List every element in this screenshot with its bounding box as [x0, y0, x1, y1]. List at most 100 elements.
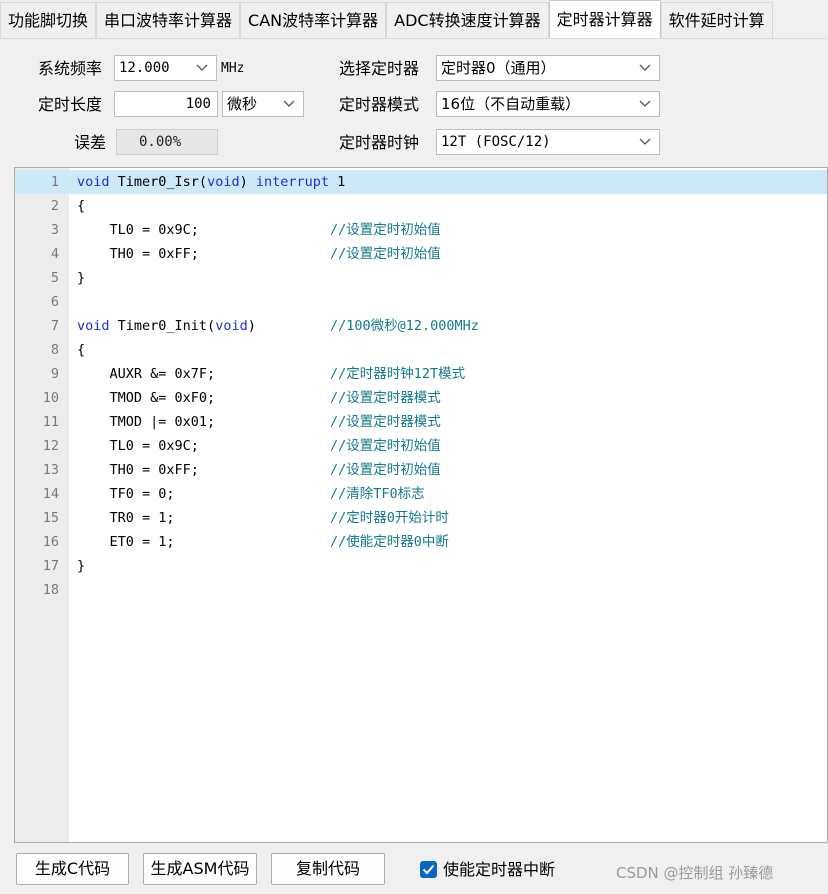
sysfreq-label: 系统频率: [38, 59, 103, 78]
chevron-down-icon: [281, 92, 297, 116]
line-number: 14: [42, 486, 59, 502]
timer-mode-value: 16位（不自动重载）: [441, 95, 581, 113]
code-line[interactable]: 12 TL0 = 0x9C; //设置定时初始值: [15, 434, 827, 458]
tab-uart-baud[interactable]: 串口波特率计算器: [96, 2, 241, 38]
tab-adc-speed[interactable]: ADC转换速度计算器: [386, 2, 549, 38]
sysfreq-value: 12.000: [119, 60, 170, 76]
line-number: 2: [50, 198, 59, 214]
code-comment: //设置定时初始值: [330, 246, 441, 262]
code-text: void Timer0_Init(void): [77, 318, 256, 334]
code-line[interactable]: 8{: [15, 338, 827, 362]
code-line[interactable]: 18: [15, 578, 827, 602]
watermark: CSDN @控制组 孙臻德: [616, 864, 774, 882]
line-number: 7: [50, 318, 59, 334]
checkmark-icon: [422, 864, 435, 875]
timer-select-label: 选择定时器: [339, 59, 420, 78]
line-number: 18: [42, 582, 59, 598]
timeunit-combo[interactable]: 微秒: [222, 91, 304, 117]
code-line[interactable]: 4 TH0 = 0xFF; //设置定时初始值: [15, 242, 827, 266]
line-number: 15: [42, 510, 59, 526]
generate-c-code-button[interactable]: 生成C代码: [16, 853, 129, 885]
code-comment: //设置定时器模式: [330, 414, 441, 430]
line-number: 11: [42, 414, 59, 430]
code-text: {: [77, 342, 86, 358]
code-line[interactable]: 11 TMOD |= 0x01; //设置定时器模式: [15, 410, 827, 434]
chevron-down-icon: [637, 92, 653, 116]
code-comment: //设置定时器模式: [330, 390, 441, 406]
code-text: TL0 = 0x9C;: [77, 222, 199, 238]
sysfreq-combo[interactable]: 12.000: [114, 55, 217, 81]
line-number: 8: [50, 342, 59, 358]
timeunit-value: 微秒: [227, 95, 258, 113]
line-number: 3: [50, 222, 59, 238]
timer-select-value: 定时器0（通用）: [441, 59, 556, 77]
code-comment: //定时器时钟12T模式: [330, 366, 466, 382]
line-number: 13: [42, 462, 59, 478]
timer-clock-value: 12T (FOSC/12): [441, 134, 551, 150]
tab-bar: 功能脚切换 串口波特率计算器 CAN波特率计算器 ADC转换速度计算器 定时器计…: [0, 0, 828, 39]
code-text: TH0 = 0xFF;: [77, 462, 199, 478]
code-text: {: [77, 198, 86, 214]
line-number: 4: [50, 246, 59, 262]
code-comment: //清除TF0标志: [330, 486, 425, 502]
code-line[interactable]: 1 void Timer0_Isr(void) interrupt 1: [15, 170, 827, 194]
timelen-label: 定时长度: [38, 95, 103, 114]
code-line[interactable]: 3 TL0 = 0x9C; //设置定时初始值: [15, 218, 827, 242]
code-line[interactable]: 13 TH0 = 0xFF; //设置定时初始值: [15, 458, 827, 482]
code-line[interactable]: 15 TR0 = 1; //定时器0开始计时: [15, 506, 827, 530]
code-line[interactable]: 7 void Timer0_Init(void) //100微秒@12.000MHz: [15, 314, 827, 338]
tab-software-delay[interactable]: 软件延时计算: [660, 2, 773, 38]
line-number: 10: [42, 390, 59, 406]
timelen-input[interactable]: 100: [114, 91, 218, 117]
code-line[interactable]: 5}: [15, 266, 827, 290]
copy-code-button[interactable]: 复制代码: [271, 853, 385, 885]
code-text: TL0 = 0x9C;: [77, 438, 199, 454]
code-text: TF0 = 0;: [77, 486, 175, 502]
tab-pin-switch[interactable]: 功能脚切换: [0, 2, 97, 38]
timer-clock-combo[interactable]: 12T (FOSC/12): [436, 129, 660, 155]
code-line[interactable]: 10 TMOD &= 0xF0; //设置定时器模式: [15, 386, 827, 410]
timer-mode-combo[interactable]: 16位（不自动重载）: [436, 91, 660, 117]
timer-select-combo[interactable]: 定时器0（通用）: [436, 55, 660, 81]
line-number: 5: [50, 270, 59, 286]
code-comment: //100微秒@12.000MHz: [330, 318, 479, 334]
line-number: 17: [42, 558, 59, 574]
chevron-down-icon: [637, 56, 653, 80]
code-text: AUXR &= 0x7F;: [77, 366, 216, 382]
code-text: }: [77, 558, 86, 574]
code-text: TMOD |= 0x01;: [77, 414, 216, 430]
code-text: TR0 = 1;: [77, 510, 175, 526]
code-text: TMOD &= 0xF0;: [77, 390, 216, 406]
code-editor[interactable]: 1 void Timer0_Isr(void) interrupt 1 2{3 TL…: [14, 167, 828, 843]
code-line[interactable]: 6: [15, 290, 827, 314]
code-text: void Timer0_Isr(void) interrupt 1: [77, 174, 346, 190]
code-comment: //定时器0开始计时: [330, 510, 449, 526]
error-readout: 0.00%: [116, 129, 218, 155]
chevron-down-icon: [637, 130, 653, 154]
code-line[interactable]: 17}: [15, 554, 827, 578]
sysfreq-unit: MHz: [221, 61, 245, 76]
enable-interrupt-checkbox[interactable]: [420, 861, 437, 878]
line-number: 9: [50, 366, 59, 382]
line-number: 16: [42, 534, 59, 550]
line-number: 12: [42, 438, 59, 454]
code-comment: //设置定时初始值: [330, 438, 441, 454]
enable-interrupt-label[interactable]: 使能定时器中断: [443, 856, 555, 884]
line-number: 6: [50, 294, 59, 310]
code-comment: //设置定时初始值: [330, 222, 441, 238]
generate-asm-code-button[interactable]: 生成ASM代码: [143, 853, 257, 885]
tab-timer-calculator[interactable]: 定时器计算器: [548, 0, 661, 38]
error-label: 误差: [74, 133, 107, 152]
code-text: }: [77, 270, 86, 286]
timer-clock-label: 定时器时钟: [339, 133, 420, 152]
code-comment: //使能定时器0中断: [330, 534, 449, 550]
code-line[interactable]: 14 TF0 = 0; //清除TF0标志: [15, 482, 827, 506]
code-line[interactable]: 2{: [15, 194, 827, 218]
line-number: 1: [50, 174, 59, 190]
chevron-down-icon: [194, 56, 210, 80]
code-line[interactable]: 9 AUXR &= 0x7F; //定时器时钟12T模式: [15, 362, 827, 386]
tab-can-baud[interactable]: CAN波特率计算器: [240, 2, 387, 38]
timer-mode-label: 定时器模式: [339, 95, 420, 114]
code-comment: //设置定时初始值: [330, 462, 441, 478]
code-line[interactable]: 16 ET0 = 1; //使能定时器0中断: [15, 530, 827, 554]
